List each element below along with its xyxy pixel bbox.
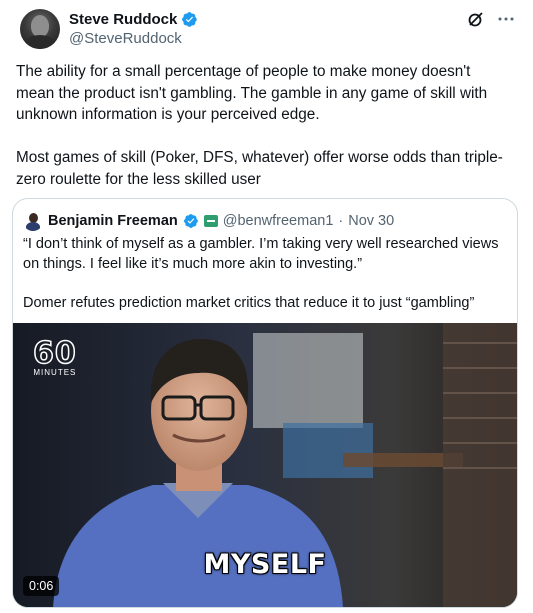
video-player[interactable]: 60 MINUTES MYSELF 0:06 bbox=[13, 323, 517, 607]
affiliate-flag-icon bbox=[203, 215, 218, 227]
avatar-face bbox=[31, 15, 49, 37]
tweet-header: Steve Ruddock @SteveRuddock bbox=[16, 9, 517, 49]
grok-icon[interactable] bbox=[467, 10, 485, 28]
quote-header: Benjamin Freeman @benwfreeman1 · Nov 30 bbox=[23, 211, 394, 231]
tweet: Steve Ruddock @SteveRuddock The ability … bbox=[0, 0, 533, 613]
author-name-row: Steve Ruddock bbox=[69, 10, 198, 29]
author-block: Steve Ruddock @SteveRuddock bbox=[69, 10, 198, 48]
quote-avatar-shoulders bbox=[26, 222, 40, 231]
avatar[interactable] bbox=[20, 9, 60, 49]
tweet-text: The ability for a small percentage of pe… bbox=[16, 63, 503, 188]
quote-date: Nov 30 bbox=[348, 213, 395, 229]
quote-tweet[interactable]: Benjamin Freeman @benwfreeman1 · Nov 30 … bbox=[12, 198, 518, 608]
quote-separator: · bbox=[338, 213, 344, 229]
logo-text: MINUTES bbox=[33, 368, 77, 377]
more-icon[interactable] bbox=[497, 10, 515, 28]
quote-avatar bbox=[23, 211, 43, 231]
video-caption: MYSELF bbox=[203, 549, 327, 580]
video-duration: 0:06 bbox=[23, 576, 60, 596]
quote-handle: @benwfreeman1 bbox=[222, 213, 334, 229]
verified-badge-icon bbox=[182, 12, 198, 27]
avatar-body bbox=[24, 35, 56, 49]
quote-verified-badge-icon bbox=[183, 214, 198, 228]
logo-number: 60 bbox=[32, 336, 77, 371]
sixty-minutes-logo: 60 MINUTES bbox=[32, 336, 77, 377]
quote-display-name: Benjamin Freeman bbox=[48, 213, 178, 229]
quote-text: “I don’t think of myself as a gambler. I… bbox=[23, 236, 499, 311]
header-actions bbox=[467, 10, 515, 28]
author-display-name[interactable]: Steve Ruddock bbox=[69, 10, 177, 29]
author-handle[interactable]: @SteveRuddock bbox=[69, 29, 198, 48]
